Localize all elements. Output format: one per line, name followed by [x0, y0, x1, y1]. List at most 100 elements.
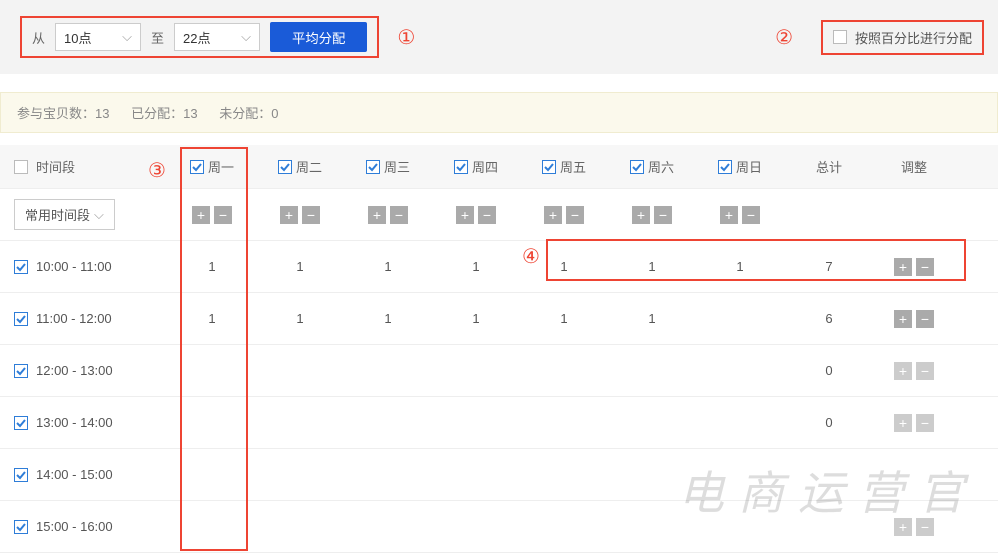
header-time: 时间段	[36, 157, 75, 176]
checkbox-checked-icon[interactable]	[14, 520, 28, 534]
table-row: 13:00 - 14:000+−	[0, 397, 998, 449]
minus-button[interactable]: −	[654, 206, 672, 224]
minus-button[interactable]: −	[916, 310, 934, 328]
plus-button[interactable]: +	[368, 206, 386, 224]
stat-unallocated: 未分配：0	[219, 106, 278, 121]
common-time-row: 常用时间段 ⌵ +− +− +− +− +− +− +−	[0, 189, 998, 241]
row-total: 0	[784, 415, 874, 430]
checkbox-checked-icon	[630, 160, 644, 174]
table-row: 14:00 - 15:00	[0, 449, 998, 501]
header-day-tue[interactable]: 周二	[256, 157, 344, 176]
time-range: 10:00 - 11:00	[36, 259, 112, 274]
cell-value[interactable]: 1	[256, 259, 344, 274]
to-time-value: 22点	[183, 28, 210, 47]
to-time-select[interactable]: 22点 ⌵	[174, 23, 260, 51]
stats-bar: 参与宝贝数：13 已分配：13 未分配：0	[0, 92, 998, 133]
filter-bar: 从 10点 ⌵ 至 22点 ⌵ 平均分配 ① ② 按照百分比进行分配	[0, 0, 998, 74]
checkbox-checked-icon	[454, 160, 468, 174]
from-time-value: 10点	[64, 28, 91, 47]
minus-button[interactable]: −	[302, 206, 320, 224]
checkbox-checked-icon	[278, 160, 292, 174]
cell-value[interactable]: 1	[168, 259, 256, 274]
time-range: 14:00 - 15:00	[36, 467, 113, 482]
cell-value[interactable]: 1	[608, 259, 696, 274]
plus-button[interactable]: +	[280, 206, 298, 224]
header-day-mon[interactable]: 周一	[168, 157, 256, 176]
row-total: 7	[784, 259, 874, 274]
annotation-3: ③	[148, 158, 166, 183]
header-day-thu[interactable]: 周四	[432, 157, 520, 176]
row-adjust: +−	[874, 362, 954, 380]
cell-value[interactable]: 1	[344, 259, 432, 274]
checkbox-checked-icon	[718, 160, 732, 174]
checkbox-checked-icon	[366, 160, 380, 174]
header-day-sat[interactable]: 周六	[608, 157, 696, 176]
to-label: 至	[151, 28, 164, 47]
cell-value[interactable]: 1	[344, 311, 432, 326]
row-adjust: +−	[874, 310, 954, 328]
common-time-select[interactable]: 常用时间段 ⌵	[14, 199, 115, 230]
cell-value[interactable]: 1	[432, 259, 520, 274]
annotation-4: ④	[522, 244, 540, 269]
annotation-1: ①	[397, 25, 415, 50]
cell-value[interactable]: 1	[696, 259, 784, 274]
table-row: 12:00 - 13:000+−	[0, 345, 998, 397]
plus-button[interactable]: +	[894, 518, 912, 536]
time-range: 12:00 - 13:00	[36, 363, 113, 378]
from-label: 从	[32, 28, 45, 47]
select-all-time-checkbox[interactable]	[14, 160, 28, 174]
plus-button[interactable]: +	[632, 206, 650, 224]
chevron-down-icon: ⌵	[122, 29, 132, 45]
row-total: 6	[784, 311, 874, 326]
header-day-sun[interactable]: 周日	[696, 157, 784, 176]
checkbox-checked-icon	[542, 160, 556, 174]
percent-checkbox[interactable]	[833, 30, 847, 44]
plus-button[interactable]: +	[720, 206, 738, 224]
annotation-2: ②	[775, 25, 793, 50]
percent-label: 按照百分比进行分配	[855, 28, 972, 47]
row-adjust: +−	[874, 518, 954, 536]
minus-button[interactable]: −	[916, 258, 934, 276]
table-row: 15:00 - 16:00 +−	[0, 501, 998, 553]
cell-value[interactable]: 1	[168, 311, 256, 326]
time-range: 11:00 - 12:00	[36, 311, 112, 326]
minus-button[interactable]: −	[916, 362, 934, 380]
time-range: 15:00 - 16:00	[36, 519, 113, 534]
cell-value[interactable]: 1	[432, 311, 520, 326]
plus-button[interactable]: +	[192, 206, 210, 224]
cell-value[interactable]: 1	[256, 311, 344, 326]
checkbox-checked-icon[interactable]	[14, 416, 28, 430]
header-adjust: 调整	[874, 157, 954, 176]
stat-allocated: 已分配：13	[131, 106, 197, 121]
minus-button[interactable]: −	[566, 206, 584, 224]
header-total: 总计	[784, 157, 874, 176]
plus-button[interactable]: +	[456, 206, 474, 224]
minus-button[interactable]: −	[742, 206, 760, 224]
from-time-select[interactable]: 10点 ⌵	[55, 23, 141, 51]
checkbox-checked-icon[interactable]	[14, 312, 28, 326]
plus-button[interactable]: +	[894, 362, 912, 380]
minus-button[interactable]: −	[214, 206, 232, 224]
checkbox-checked-icon	[190, 160, 204, 174]
minus-button[interactable]: −	[390, 206, 408, 224]
checkbox-checked-icon[interactable]	[14, 364, 28, 378]
cell-value[interactable]: 1	[608, 311, 696, 326]
header-day-fri[interactable]: 周五	[520, 157, 608, 176]
checkbox-checked-icon[interactable]	[14, 468, 28, 482]
minus-button[interactable]: −	[916, 518, 934, 536]
schedule-grid: ③ ④ 时间段 周一 周二 周三 周四 周五 周六 周日 总计 调整 常用时间段…	[0, 145, 998, 553]
plus-button[interactable]: +	[894, 310, 912, 328]
header-day-wed[interactable]: 周三	[344, 157, 432, 176]
plus-button[interactable]: +	[894, 258, 912, 276]
minus-button[interactable]: −	[916, 414, 934, 432]
distribute-button[interactable]: 平均分配	[270, 22, 367, 52]
minus-button[interactable]: −	[478, 206, 496, 224]
checkbox-checked-icon[interactable]	[14, 260, 28, 274]
row-adjust: +−	[874, 414, 954, 432]
table-row: 10:00 - 11:0011111117+−	[0, 241, 998, 293]
plus-button[interactable]: +	[894, 414, 912, 432]
stat-participating: 参与宝贝数：13	[17, 106, 109, 121]
cell-value[interactable]: 1	[520, 311, 608, 326]
percent-allocate-box: 按照百分比进行分配	[821, 20, 984, 55]
plus-button[interactable]: +	[544, 206, 562, 224]
